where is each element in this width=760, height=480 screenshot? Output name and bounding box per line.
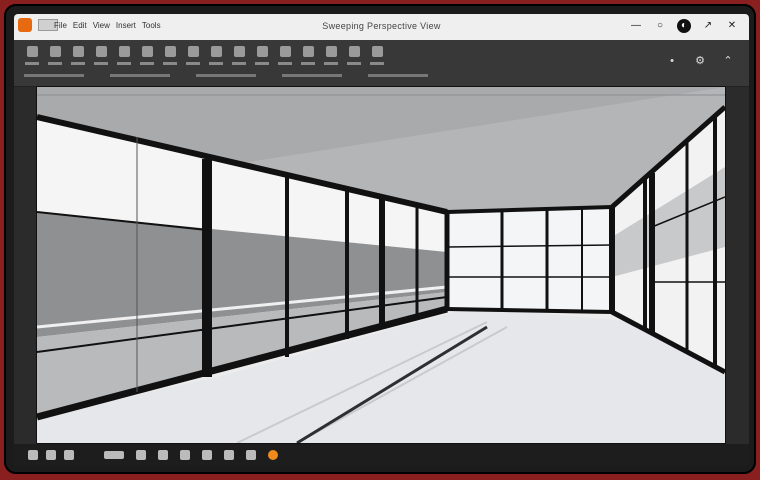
export-icon: [348, 46, 360, 57]
export-tool-button[interactable]: [346, 46, 362, 65]
browser-icon[interactable]: [104, 451, 124, 459]
task-view-icon[interactable]: [64, 450, 74, 460]
light-icon: [302, 46, 314, 57]
floor-icon: [210, 46, 222, 57]
roof-icon: [233, 46, 245, 57]
tool-label: [370, 62, 384, 65]
tool-label: [163, 62, 177, 65]
back-wall: [447, 207, 612, 312]
theme-icon[interactable]: ◐: [677, 19, 691, 33]
tool-label: [25, 62, 39, 65]
help-icon[interactable]: •: [665, 54, 679, 68]
render-icon: [279, 46, 291, 57]
select-tool-button[interactable]: [24, 46, 40, 65]
collapse-ribbon-icon[interactable]: ⌃: [721, 54, 735, 68]
maximize-icon[interactable]: ↗: [701, 19, 715, 33]
tool-label: [301, 62, 315, 65]
tool-label: [94, 62, 108, 65]
3d-viewport[interactable]: [36, 86, 726, 444]
photos-icon[interactable]: [224, 450, 234, 460]
window-tool-button[interactable]: [162, 46, 178, 65]
door-tool-button[interactable]: [185, 46, 201, 65]
screen: File Edit View Insert Tools Sweeping Per…: [14, 14, 749, 466]
taskbar: [14, 444, 749, 466]
light-tool-button[interactable]: [300, 46, 316, 65]
tool-label: [278, 62, 292, 65]
ribbon-toolbar: • ⚙ ⌃: [14, 40, 749, 87]
wall-tool-button[interactable]: [139, 46, 155, 65]
orbit-tool-button[interactable]: [70, 46, 86, 65]
tool-label: [48, 62, 62, 65]
tool-label: [347, 62, 361, 65]
tool-label: [209, 62, 223, 65]
calendar-icon[interactable]: [202, 450, 212, 460]
section-icon: [325, 46, 337, 57]
search-icon[interactable]: ○: [653, 19, 667, 33]
search-icon[interactable]: [46, 450, 56, 460]
wall-icon: [141, 46, 153, 57]
zoom-icon: [118, 46, 130, 57]
files-icon[interactable]: [136, 450, 146, 460]
media-icon[interactable]: [180, 450, 190, 460]
camera-tool-button[interactable]: [47, 46, 63, 65]
start-icon[interactable]: [28, 450, 38, 460]
select-icon: [26, 46, 38, 57]
settings-tool-button[interactable]: [369, 46, 385, 65]
tool-label: [324, 62, 338, 65]
roof-tool-button[interactable]: [231, 46, 247, 65]
pan-tool-button[interactable]: [93, 46, 109, 65]
window-icon: [164, 46, 176, 57]
zoom-tool-button[interactable]: [116, 46, 132, 65]
tool-label: [232, 62, 246, 65]
render-tool-button[interactable]: [277, 46, 293, 65]
title-bar: File Edit View Insert Tools Sweeping Per…: [14, 14, 749, 41]
tool-label: [186, 62, 200, 65]
settings-icon[interactable]: [246, 450, 256, 460]
minimize-icon[interactable]: —: [629, 19, 643, 33]
section-tool-button[interactable]: [323, 46, 339, 65]
close-icon[interactable]: ✕: [725, 19, 739, 33]
material-icon: [256, 46, 268, 57]
tool-label: [140, 62, 154, 65]
settings-icon: [371, 46, 383, 57]
perspective-render: [37, 87, 725, 443]
floor-tool-button[interactable]: [208, 46, 224, 65]
ribbon-tools: [24, 46, 385, 65]
pan-icon: [95, 46, 107, 57]
settings-icon[interactable]: ⚙: [693, 54, 707, 68]
material-tool-button[interactable]: [254, 46, 270, 65]
tool-label: [71, 62, 85, 65]
door-icon: [187, 46, 199, 57]
app-icon[interactable]: [268, 450, 278, 460]
orbit-icon: [72, 46, 84, 57]
mail-icon[interactable]: [158, 450, 168, 460]
device-frame: File Edit View Insert Tools Sweeping Per…: [4, 4, 756, 474]
camera-icon: [49, 46, 61, 57]
ribbon-group-labels: [24, 74, 428, 77]
tool-label: [255, 62, 269, 65]
tool-label: [117, 62, 131, 65]
